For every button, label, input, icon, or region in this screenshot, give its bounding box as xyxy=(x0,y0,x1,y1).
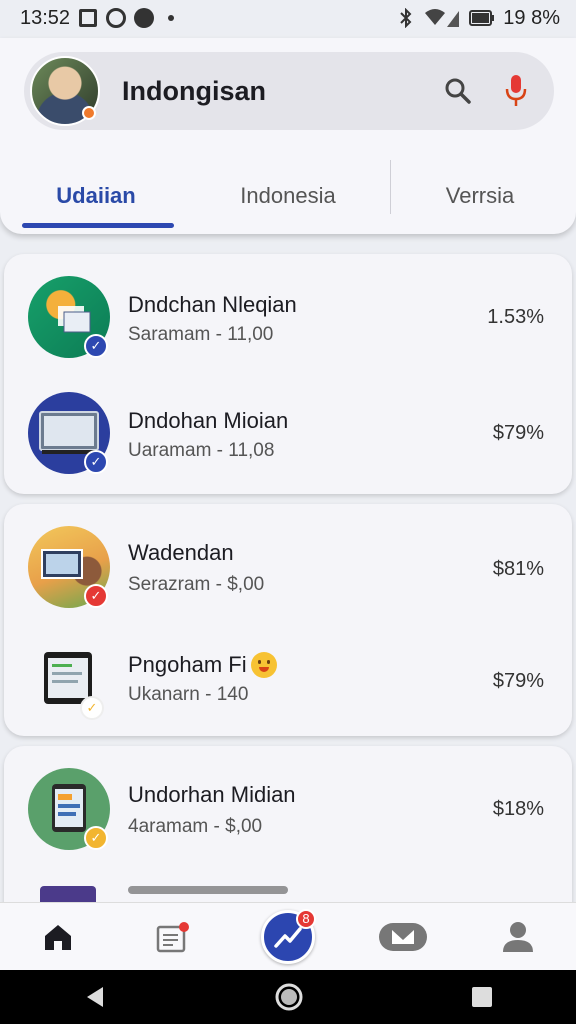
battery-icon xyxy=(469,10,495,26)
status-right: 19 8% xyxy=(397,7,560,30)
verified-badge-icon: ✓ xyxy=(84,334,108,358)
mail-icon xyxy=(379,922,428,951)
status-left: 13:52 xyxy=(20,6,175,30)
download-icon xyxy=(134,8,155,28)
voice-search-button[interactable] xyxy=(496,71,536,111)
item-value: $18% xyxy=(492,798,544,820)
page-title: Indongisan xyxy=(122,75,266,106)
verified-badge-icon: ✓ xyxy=(84,826,108,850)
nav-trending[interactable]: 8 xyxy=(258,907,318,967)
list-item[interactable]: ✓ Undorhan Midian 4aramam - $,00 $18% xyxy=(4,754,572,864)
bluetooth-icon xyxy=(400,8,412,28)
item-subtitle: 4aramam - $,00 xyxy=(128,816,263,837)
item-title: Undorhan Midian xyxy=(128,782,296,807)
more-notifications-icon xyxy=(168,15,175,21)
nav-news[interactable] xyxy=(143,907,203,967)
microphone-icon xyxy=(505,75,527,106)
bottom-navigation: 8 xyxy=(0,902,576,970)
notification-count-badge: 8 xyxy=(295,908,316,929)
search-button[interactable] xyxy=(438,71,478,111)
item-title: Dndchan Nleqian xyxy=(128,292,297,317)
search-icon xyxy=(445,78,471,104)
emoji-icon xyxy=(250,652,277,678)
notification-box-icon xyxy=(78,8,98,28)
list-item[interactable]: ✓ Pngoham Fi Ukanarn - 140 $79% xyxy=(4,624,572,734)
status-time: 13:52 xyxy=(20,6,71,29)
battery-level: 19 8% xyxy=(503,6,560,29)
list-item[interactable]: ✓ Dndchan Nleqian Saramam - 11,00 1.53% xyxy=(4,262,572,372)
item-value: $79% xyxy=(492,670,544,692)
item-subtitle: Uaramam - 11,08 xyxy=(128,440,275,461)
recents-icon[interactable] xyxy=(471,986,493,1008)
tab-udaiian[interactable]: Udaiian xyxy=(0,160,192,232)
verified-badge-icon: ✓ xyxy=(80,696,104,720)
news-icon xyxy=(156,921,189,952)
system-navigation xyxy=(0,970,576,1024)
avatar-status-dot xyxy=(82,106,96,120)
profile-icon xyxy=(503,921,534,952)
item-title: Wadendan xyxy=(128,540,234,565)
tab-indonesia[interactable]: Indonesia xyxy=(192,160,384,232)
list-item[interactable] xyxy=(4,872,572,906)
header: Indongisan Udaiian Indonesia Verrsia xyxy=(0,38,576,234)
do-not-disturb-icon xyxy=(106,8,127,28)
home-button-icon[interactable] xyxy=(274,982,304,1012)
item-title-placeholder xyxy=(128,886,288,894)
item-title: Dndohan Mioian xyxy=(128,408,289,433)
item-value: 1.53% xyxy=(487,306,544,328)
wifi-signal-icon xyxy=(425,9,460,27)
tab-bar: Udaiian Indonesia Verrsia xyxy=(0,160,576,232)
list-item[interactable]: ✓ Wadendan Serazram - $,00 $81% xyxy=(4,512,572,622)
nav-profile[interactable] xyxy=(488,907,548,967)
verified-badge-icon: ✓ xyxy=(84,584,108,608)
tab-verrsia[interactable]: Verrsia xyxy=(384,160,576,232)
back-icon[interactable] xyxy=(83,985,107,1009)
tab-divider xyxy=(390,160,391,214)
verified-badge-icon: ✓ xyxy=(84,450,108,474)
item-title-wrap: Pngoham Fi xyxy=(128,652,277,678)
item-subtitle: Ukanarn - 140 xyxy=(128,684,249,705)
item-value: $81% xyxy=(492,558,544,580)
list-item[interactable]: ✓ Dndohan Mioian Uaramam - 11,08 $79% xyxy=(4,378,572,488)
avatar[interactable] xyxy=(30,56,100,126)
trending-up-icon xyxy=(274,926,302,948)
item-subtitle: Serazram - $,00 xyxy=(128,574,265,595)
item-value: $79% xyxy=(492,422,544,444)
nav-messages[interactable] xyxy=(373,907,433,967)
status-bar: 13:52 19 8% xyxy=(0,0,576,36)
home-icon xyxy=(44,924,71,950)
item-subtitle: Saramam - 11,00 xyxy=(128,324,274,345)
item-title: Pngoham Fi xyxy=(128,652,247,677)
list-card: ✓ Wadendan Serazram - $,00 $81% ✓ Pngoha… xyxy=(4,504,572,736)
nav-home[interactable] xyxy=(28,907,88,967)
list-card: ✓ Dndchan Nleqian Saramam - 11,00 1.53% … xyxy=(4,254,572,494)
search-bar[interactable]: Indongisan xyxy=(24,52,554,130)
